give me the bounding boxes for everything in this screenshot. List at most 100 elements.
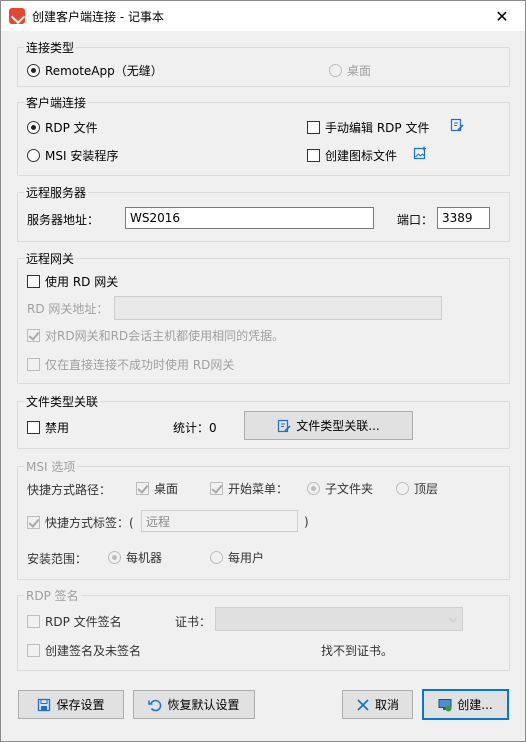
check-same-credentials-label: 对RD网关和RD会话主机都使用相同的凭据。: [45, 329, 285, 343]
check-manual-edit[interactable]: 手动编辑 RDP 文件: [307, 119, 429, 136]
shortcut-tag-input[interactable]: [141, 510, 298, 532]
radio-subfolder-label: 子文件夹: [325, 482, 374, 496]
install-scope-label: 安装范围：: [27, 552, 88, 566]
radio-remoteapp-indicator[interactable]: [27, 64, 40, 77]
check-create-icon-box[interactable]: [307, 149, 320, 162]
app-icon: [9, 8, 25, 24]
file-assoc-button[interactable]: 文件类型关联...: [244, 411, 413, 440]
save-icon: [38, 698, 51, 711]
shortcut-tag-close: ): [304, 515, 309, 529]
radio-subfolder-indicator[interactable]: [307, 482, 320, 495]
radio-per-user-label: 每用户: [228, 551, 265, 565]
port-input[interactable]: [437, 207, 490, 229]
legend-file-assoc: 文件类型关联: [26, 395, 99, 409]
check-shortcut-tag-label: 快捷方式标签：(: [45, 516, 134, 530]
server-address-input[interactable]: [125, 207, 374, 229]
cancel-button[interactable]: 取消: [342, 690, 413, 719]
no-cert-message: 找不到证书。: [321, 644, 394, 658]
create-button[interactable]: 创建...: [422, 689, 509, 720]
check-sign-file-box[interactable]: [27, 615, 40, 628]
check-use-rd-gateway[interactable]: 使用 RD 网关: [27, 273, 118, 290]
radio-per-machine[interactable]: 每机器: [108, 549, 162, 566]
radio-subfolder[interactable]: 子文件夹: [307, 480, 373, 497]
check-create-icon[interactable]: 创建图标文件: [307, 147, 397, 164]
legend-gateway: 远程网关: [26, 252, 75, 266]
file-assoc-button-label: 文件类型关联...: [296, 419, 380, 433]
radio-msi[interactable]: MSI 安装程序: [27, 147, 118, 164]
check-msi-desktop[interactable]: 桌面: [136, 480, 178, 497]
cert-label: 证书：: [175, 615, 212, 629]
check-shortcut-tag-box[interactable]: [27, 516, 40, 529]
radio-per-machine-indicator[interactable]: [108, 551, 121, 564]
check-sign-file-label: RDP 文件签名: [45, 615, 122, 629]
window-title: 创建客户端连接 - 记事本: [32, 9, 164, 24]
radio-remoteapp[interactable]: RemoteApp（无缝）: [27, 62, 163, 79]
gateway-address-label: RD 网关地址：: [27, 302, 109, 316]
assoc-stats: 统计：0: [173, 421, 217, 435]
cancel-button-label: 取消: [374, 698, 399, 712]
radio-top-level-indicator[interactable]: [396, 482, 409, 495]
radio-desktop[interactable]: 桌面: [329, 62, 371, 79]
close-icon: [357, 698, 369, 711]
check-create-icon-label: 创建图标文件: [325, 149, 398, 163]
legend-msi-options: MSI 选项: [26, 460, 76, 474]
check-manual-edit-box[interactable]: [307, 121, 320, 134]
check-create-both-box[interactable]: [27, 644, 40, 657]
check-disable-assoc-label: 禁用: [45, 421, 70, 435]
check-start-menu-label: 开始菜单：: [228, 482, 289, 496]
radio-msi-label: MSI 安装程序: [45, 149, 119, 163]
check-only-if-fail-box[interactable]: [27, 358, 40, 371]
check-start-menu-box[interactable]: [210, 482, 223, 495]
check-use-rd-gateway-label: 使用 RD 网关: [45, 275, 119, 289]
check-start-menu[interactable]: 开始菜单：: [210, 480, 288, 497]
check-disable-assoc[interactable]: 禁用: [27, 419, 69, 436]
legend-client-connection: 客户端连接: [26, 96, 87, 110]
undo-icon: [148, 699, 162, 711]
save-button[interactable]: 保存设置: [18, 690, 124, 719]
remote-desktop-icon: [438, 698, 452, 711]
create-button-label: 创建...: [457, 698, 493, 712]
check-shortcut-tag[interactable]: 快捷方式标签：(: [27, 514, 134, 531]
radio-desktop-indicator[interactable]: [329, 64, 342, 77]
legend-rdp-signing: RDP 签名: [26, 589, 79, 603]
check-only-if-fail-label: 仅在直接连接不成功时使用 RD网关: [45, 358, 235, 372]
radio-msi-indicator[interactable]: [27, 149, 40, 162]
check-same-credentials[interactable]: 对RD网关和RD会话主机都使用相同的凭据。: [27, 327, 284, 344]
cert-combobox[interactable]: ⌵: [215, 607, 463, 631]
check-create-both-label: 创建签名及未签名: [45, 644, 142, 658]
radio-rdp-file-label: RDP 文件: [45, 121, 98, 135]
check-sign-file[interactable]: RDP 文件签名: [27, 613, 122, 630]
image-file-icon[interactable]: [413, 146, 427, 163]
shortcut-path-label: 快捷方式路径：: [27, 483, 112, 497]
check-same-credentials-box[interactable]: [27, 329, 40, 342]
restore-defaults-button[interactable]: 恢复默认设置: [133, 690, 255, 719]
dialog-window: 创建客户端连接 - 记事本 ✕ 连接类型 RemoteApp（无缝） 桌面 客户…: [0, 0, 526, 742]
radio-desktop-label: 桌面: [347, 64, 372, 78]
radio-per-user[interactable]: 每用户: [210, 549, 264, 566]
gateway-address-input[interactable]: [114, 296, 442, 320]
radio-rdp-file[interactable]: RDP 文件: [27, 119, 98, 136]
close-button[interactable]: ✕: [479, 1, 525, 31]
check-only-if-fail[interactable]: 仅在直接连接不成功时使用 RD网关: [27, 356, 234, 373]
server-address-label: 服务器地址：: [27, 213, 100, 227]
check-msi-desktop-box[interactable]: [136, 482, 149, 495]
legend-remote-server: 远程服务器: [26, 186, 87, 200]
chevron-down-icon: ⌵: [448, 612, 457, 625]
check-create-both[interactable]: 创建签名及未签名: [27, 642, 141, 659]
check-disable-assoc-box[interactable]: [27, 421, 40, 434]
legend-connection-type: 连接类型: [26, 41, 75, 55]
port-label: 端口：: [397, 213, 434, 227]
edit-file-icon[interactable]: [450, 118, 464, 135]
title-bar: 创建客户端连接 - 记事本 ✕: [1, 1, 525, 31]
radio-per-user-indicator[interactable]: [210, 551, 223, 564]
radio-top-level-label: 顶层: [414, 482, 439, 496]
check-manual-edit-label: 手动编辑 RDP 文件: [325, 121, 430, 135]
radio-per-machine-label: 每机器: [126, 551, 163, 565]
radio-top-level[interactable]: 顶层: [396, 480, 438, 497]
radio-remoteapp-label: RemoteApp（无缝）: [45, 64, 163, 78]
check-use-rd-gateway-box[interactable]: [27, 275, 40, 288]
radio-rdp-file-indicator[interactable]: [27, 121, 40, 134]
restore-defaults-button-label: 恢复默认设置: [167, 698, 240, 712]
save-button-label: 保存设置: [56, 698, 105, 712]
check-msi-desktop-label: 桌面: [154, 482, 179, 496]
